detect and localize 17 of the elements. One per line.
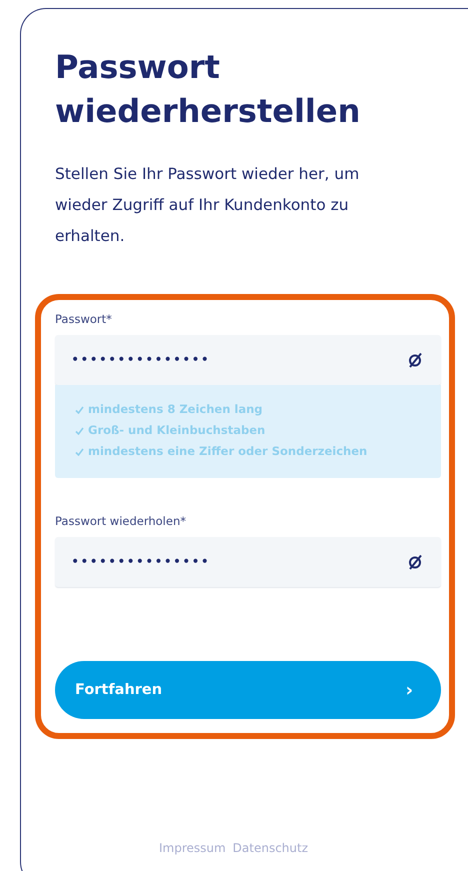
check-icon [75,448,84,456]
check-icon [75,406,84,414]
check-icon [75,426,84,434]
description-text: Stellen Sie Ihr Passwort wieder her, um wieder Zugriff auf Ihr Kundenkonto zu erhalten. [55,164,360,247]
field-label: Passwort* [55,312,113,326]
slashed-circle-icon[interactable] [407,554,423,570]
slashed-circle-icon[interactable] [407,352,423,368]
requirement-text: mindestens eine Ziffer oder Sonderzeichen [88,443,368,460]
footer-link[interactable]: Impressum [158,841,226,855]
requirement-text: Groß- und Kleinbuchstaben [88,422,266,439]
continue-button[interactable]: Fortfahren › [55,661,441,719]
page-title: Passwort wiederherstellen [55,47,362,132]
footer-link[interactable]: Datenschutz [232,841,308,855]
password-field[interactable]: ••••••••••••••• [55,537,441,587]
requirement-text: mindestens 8 Zeichen lang [88,401,263,418]
field-label: Passwort wiederholen* [55,514,187,528]
password-field[interactable]: ••••••••••••••• [55,335,441,385]
